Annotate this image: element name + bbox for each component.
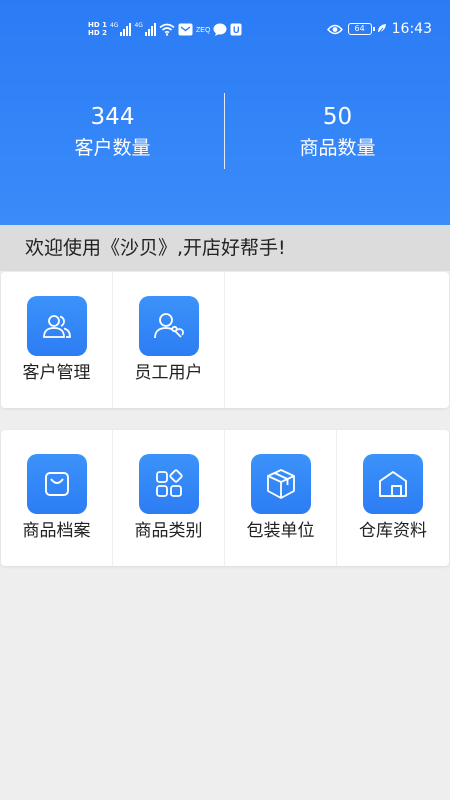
package-box-icon	[250, 454, 311, 514]
empty-tile-area	[225, 272, 449, 408]
signal-icon: 4G	[109, 22, 132, 36]
stats-row: 344 客户数量 50 商品数量	[0, 93, 450, 169]
sim2-label: HD 2	[88, 29, 107, 37]
tile-customer-management[interactable]: 客户管理	[1, 272, 113, 408]
tile-warehouse-info[interactable]: 仓库资料	[337, 430, 449, 566]
tile-label-product-category: 商品类别	[134, 521, 203, 541]
status-bar-right: 64 16:43	[326, 16, 432, 42]
shield-app-icon: U	[230, 23, 242, 35]
welcome-banner: 欢迎使用《沙贝》,开店好帮手!	[0, 225, 450, 271]
staff-user-icon	[138, 296, 199, 356]
sim1-label: HD 1	[88, 21, 107, 29]
tile-staff-users[interactable]: 员工用户	[113, 272, 225, 408]
header-banner: HD 1 HD 2 4G 4G ZEQ U 64 16:43 344 客户数量 …	[0, 0, 450, 225]
stat-customer-count[interactable]: 344 客户数量	[0, 93, 225, 169]
product-card: 商品档案 商品类别 包装单位 仓库资料	[1, 430, 449, 566]
status-bar: HD 1 HD 2 4G 4G ZEQ U 64 16:43	[0, 14, 450, 44]
net1-label: 4G	[109, 22, 119, 29]
tile-label-package-unit: 包装单位	[246, 521, 315, 541]
status-bar-left: HD 1 HD 2 4G 4G ZEQ U	[88, 16, 242, 42]
stat-product-count[interactable]: 50 商品数量	[225, 93, 450, 169]
tile-package-unit[interactable]: 包装单位	[225, 430, 337, 566]
management-card: 客户管理 员工用户	[1, 272, 449, 408]
eye-icon	[326, 24, 343, 34]
wifi-icon	[159, 23, 175, 36]
tile-label-staff-users: 员工用户	[134, 363, 203, 383]
mail-icon	[178, 23, 193, 35]
warehouse-icon	[363, 454, 423, 514]
app-notification-icon: ZEQ	[196, 27, 210, 34]
svg-text:U: U	[233, 25, 240, 35]
category-grid-icon	[138, 454, 199, 514]
sim-indicators: HD 1 HD 2	[88, 21, 107, 37]
product-count-value: 50	[322, 104, 353, 130]
customers-icon	[26, 296, 87, 356]
svg-text:ZEQ: ZEQ	[196, 27, 210, 34]
product-count-label: 商品数量	[299, 137, 376, 159]
tile-product-archive[interactable]: 商品档案	[1, 430, 113, 566]
clock-time: 16:43	[391, 21, 432, 37]
chat-bubble-icon	[213, 23, 227, 36]
customer-count-label: 客户数量	[74, 137, 151, 159]
tile-label-warehouse-info: 仓库资料	[359, 521, 427, 541]
net2-label: 4G	[134, 22, 143, 29]
signal-icon-2: 4G	[134, 22, 156, 36]
battery-icon: 64	[347, 23, 375, 35]
product-bag-icon	[26, 454, 87, 514]
tile-label-customer-management: 客户管理	[22, 363, 91, 383]
stats-divider	[224, 93, 225, 169]
tile-label-product-archive: 商品档案	[22, 521, 91, 541]
customer-count-value: 344	[90, 104, 135, 130]
leaf-icon	[377, 24, 386, 35]
tile-product-category[interactable]: 商品类别	[113, 430, 225, 566]
